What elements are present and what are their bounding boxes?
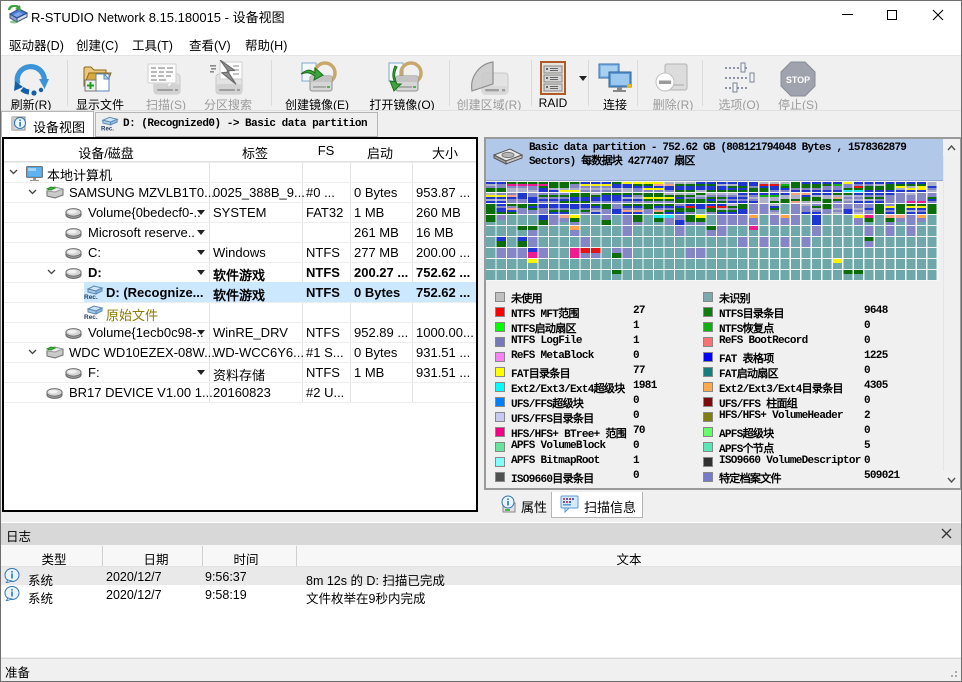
svg-text:Rec.: Rec.	[84, 294, 98, 300]
svg-text:Rec.: Rec.	[84, 314, 98, 320]
svg-text:STOP: STOP	[786, 75, 810, 85]
svg-text:Rec.: Rec.	[101, 126, 114, 132]
